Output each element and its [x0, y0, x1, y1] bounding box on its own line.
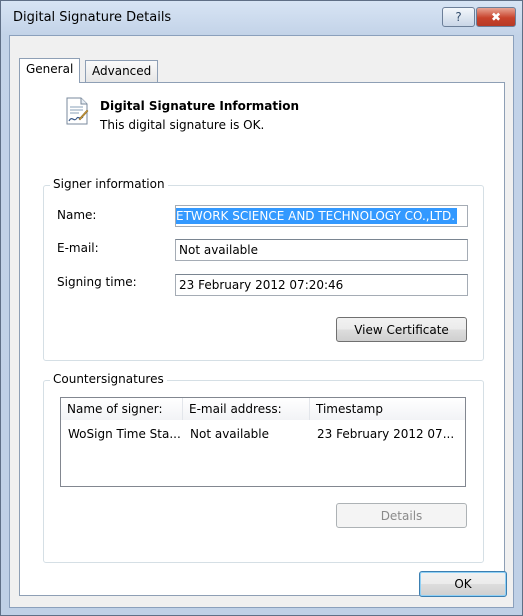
title-bar[interactable]: Digital Signature Details ? ✖	[1, 1, 522, 35]
header-title: Digital Signature Information	[100, 99, 300, 113]
tab-general[interactable]: General	[19, 58, 81, 83]
name-value: ETWORK SCIENCE AND TECHNOLOGY CO.,LTD.	[176, 208, 458, 224]
close-button[interactable]: ✖	[476, 7, 516, 27]
column-header-email[interactable]: E-mail address:	[183, 398, 310, 420]
signed-document-icon	[65, 97, 89, 125]
help-button[interactable]: ?	[442, 7, 475, 27]
tab-advanced[interactable]: Advanced	[85, 60, 159, 82]
details-button[interactable]: Details	[336, 503, 467, 528]
row-timestamp: 23 February 2012 07...	[317, 427, 455, 441]
name-field[interactable]: ETWORK SCIENCE AND TECHNOLOGY CO.,LTD.	[175, 205, 468, 227]
signing-time-field[interactable]: 23 February 2012 07:20:46	[175, 274, 468, 296]
dialog-window: Digital Signature Details ? ✖ General Ad…	[0, 0, 523, 616]
signer-information-group: Signer information Name: ETWORK SCIENCE …	[43, 177, 484, 361]
row-email: Not available	[190, 427, 270, 441]
column-header-timestamp[interactable]: Timestamp	[310, 398, 465, 420]
window-title: Digital Signature Details	[13, 10, 172, 25]
help-icon: ?	[455, 10, 462, 24]
row-signer-name: WoSign Time Sta...	[68, 427, 181, 441]
header-status: This digital signature is OK.	[100, 118, 265, 132]
name-label: Name:	[57, 208, 97, 222]
signing-time-label: Signing time:	[57, 275, 137, 289]
email-field[interactable]: Not available	[175, 239, 468, 261]
close-icon: ✖	[490, 10, 502, 24]
countersignatures-list[interactable]: Name of signer: E-mail address: Timestam…	[60, 397, 466, 487]
general-tab-panel: Digital Signature Information This digit…	[19, 82, 505, 596]
dialog-client-area: General Advanced Digital Signature Infor…	[9, 35, 514, 608]
countersignatures-group: Countersignatures Name of signer: E-mail…	[43, 372, 484, 563]
view-certificate-button[interactable]: View Certificate	[336, 317, 467, 342]
ok-button[interactable]: OK	[419, 571, 507, 597]
countersignatures-legend: Countersignatures	[50, 372, 167, 386]
column-header-name[interactable]: Name of signer:	[61, 398, 183, 420]
signer-information-legend: Signer information	[50, 177, 168, 191]
email-label: E-mail:	[57, 241, 99, 255]
table-row[interactable]: WoSign Time Sta... Not available 23 Febr…	[61, 424, 465, 444]
